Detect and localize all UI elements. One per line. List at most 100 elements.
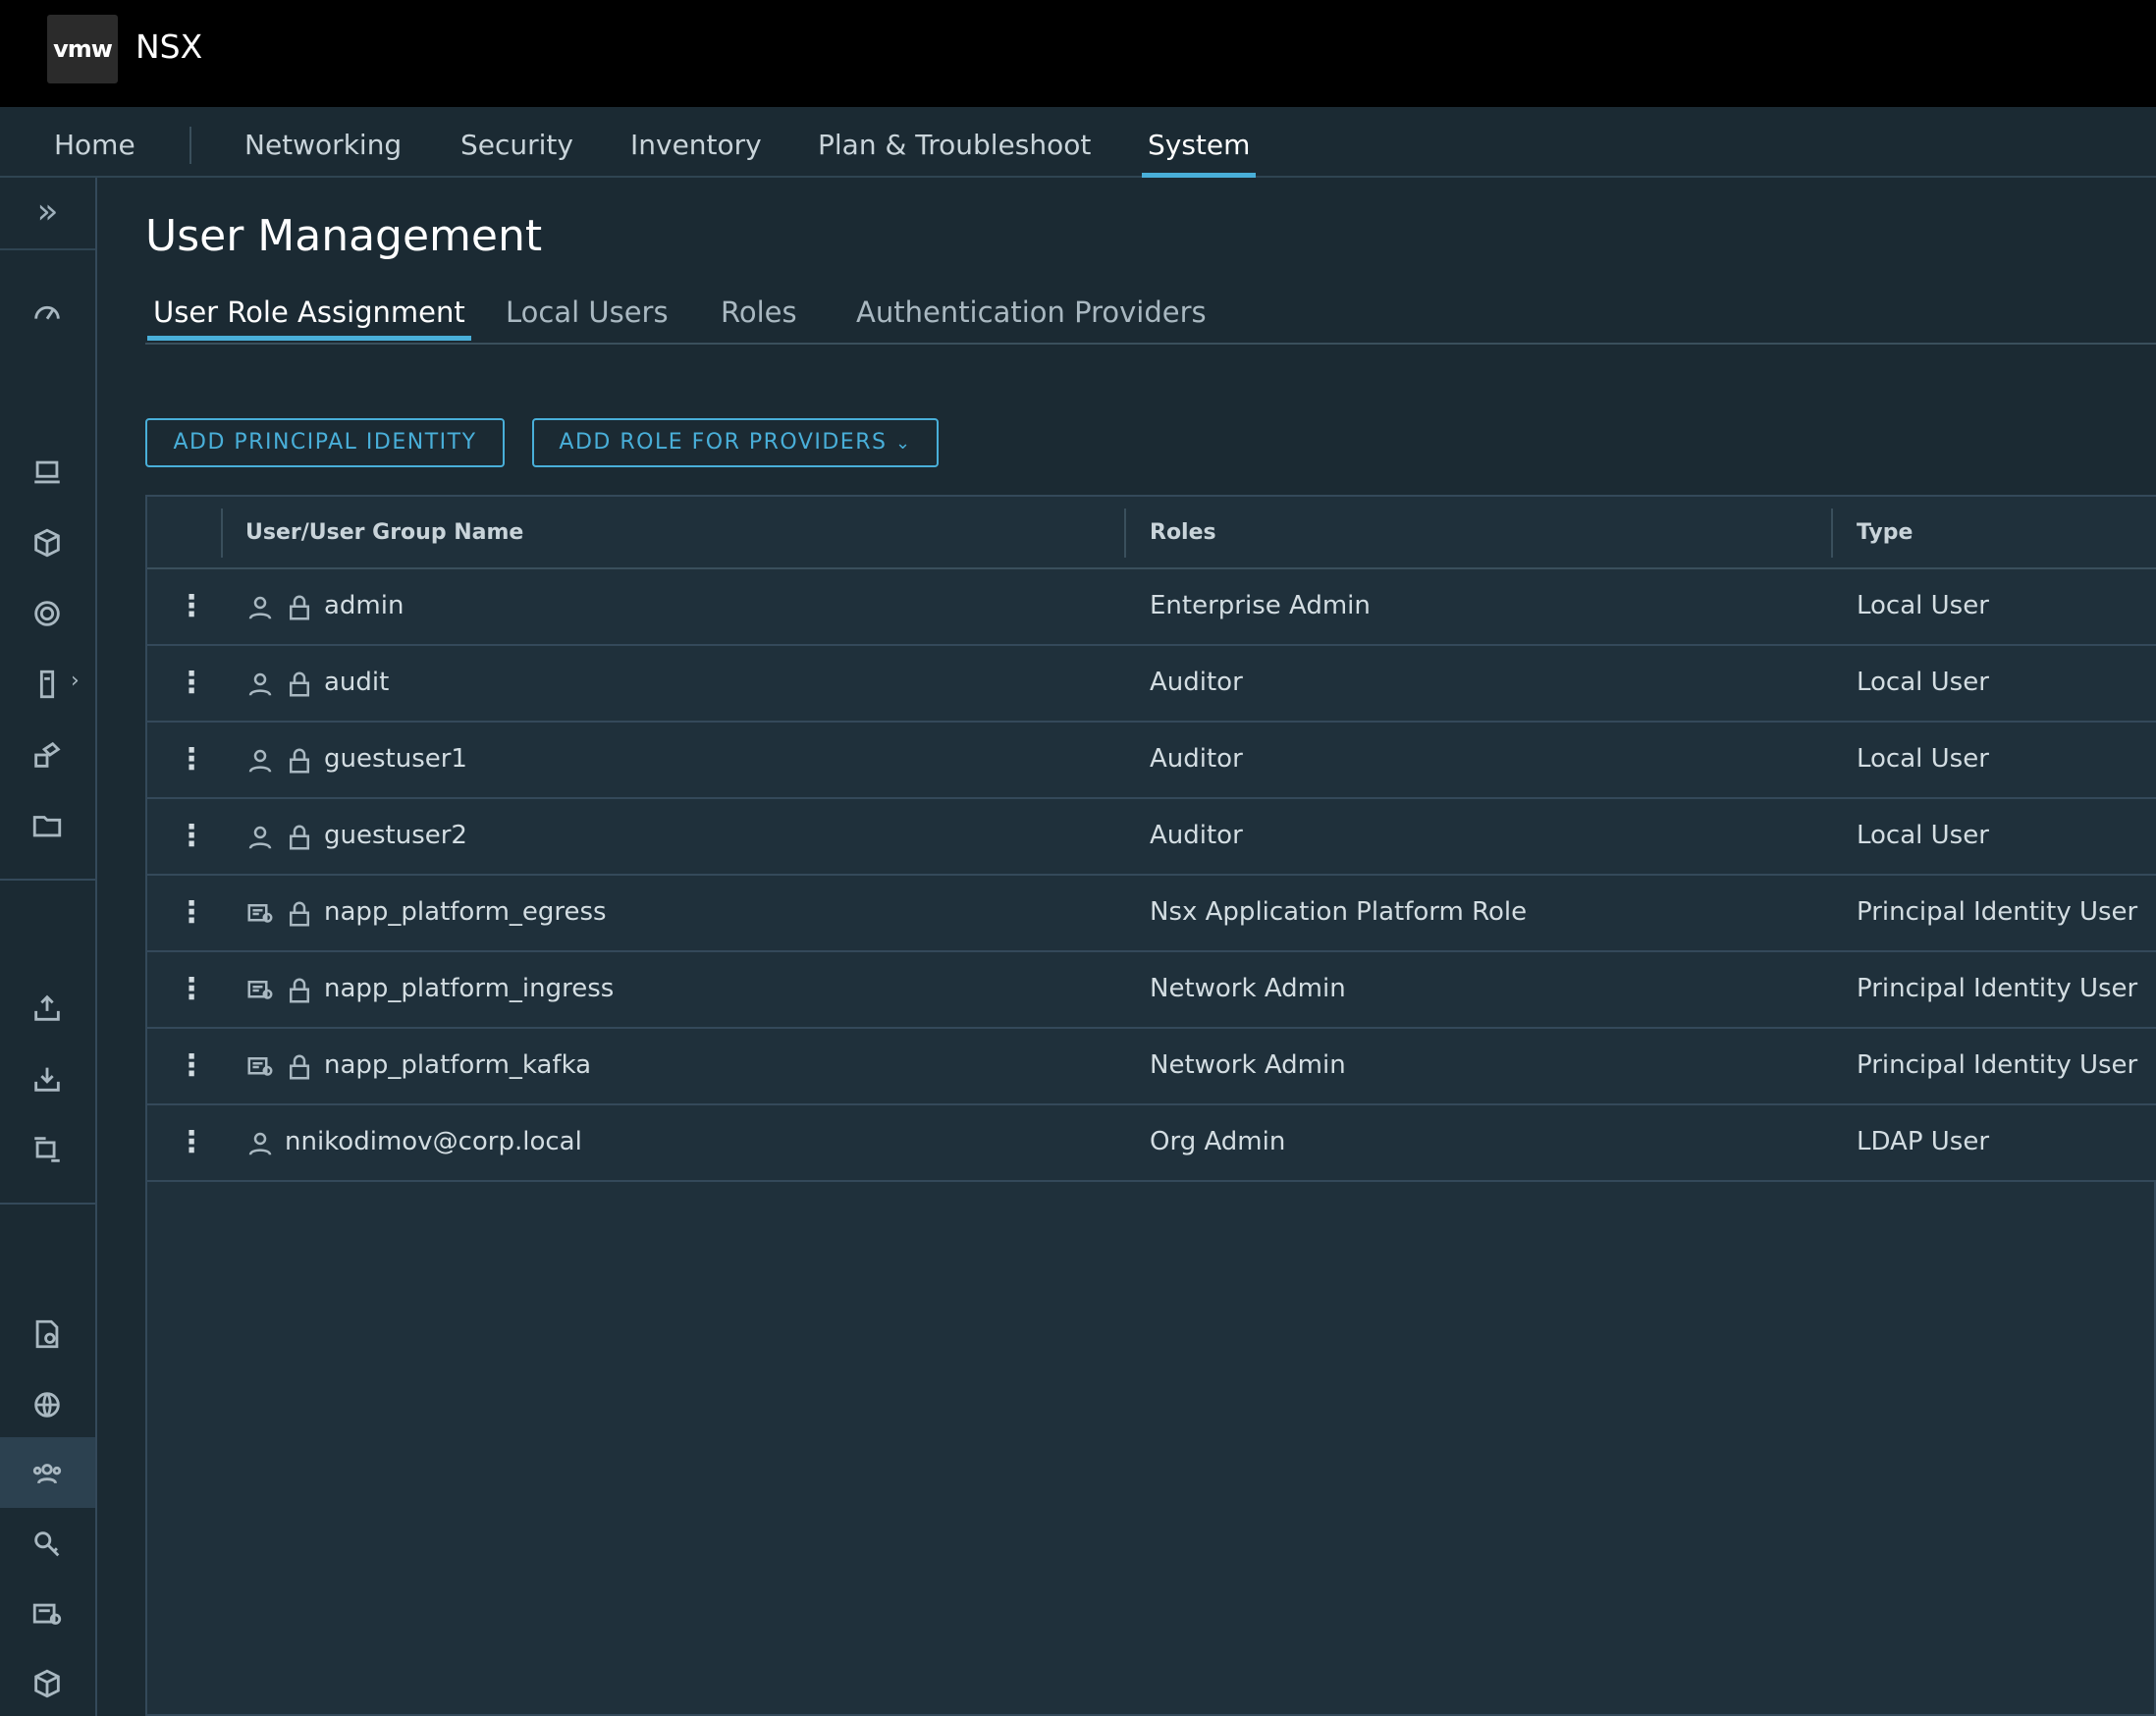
role-cell: Org Admin xyxy=(1150,1127,1286,1156)
type-cell: Local User xyxy=(1857,821,1989,850)
role-cell: Auditor xyxy=(1150,744,1243,774)
row-actions-kebab-icon[interactable]: ⋮ xyxy=(177,664,206,703)
lock-icon xyxy=(285,593,314,622)
add-role-for-providers-button[interactable]: ADD ROLE FOR PROVIDERS ⌄ xyxy=(532,418,939,467)
lock-icon xyxy=(285,899,314,929)
tab-authentication-providers[interactable]: Authentication Providers xyxy=(856,295,1207,329)
tab-local-users[interactable]: Local Users xyxy=(506,295,669,329)
type-cell: Principal Identity User xyxy=(1857,1050,2138,1080)
row-actions-kebab-icon[interactable]: ⋮ xyxy=(177,740,206,779)
tab-roles[interactable]: Roles xyxy=(721,295,797,329)
main-nav: Home Networking Security Inventory Plan … xyxy=(0,107,2156,178)
user-name-cell: guestuser2 xyxy=(324,821,467,850)
lock-icon xyxy=(285,1052,314,1082)
double-chevron-right-icon[interactable]: » xyxy=(0,178,95,250)
certificate-icon xyxy=(245,899,275,929)
row-actions-kebab-icon[interactable]: ⋮ xyxy=(177,587,206,626)
type-cell: Principal Identity User xyxy=(1857,897,2138,927)
user-icon xyxy=(245,1129,275,1158)
user-icon xyxy=(245,593,275,622)
download-icon[interactable] xyxy=(27,1059,67,1099)
cube-icon[interactable] xyxy=(27,523,67,563)
role-cell: Auditor xyxy=(1150,821,1243,850)
settings-ring-icon[interactable] xyxy=(27,594,67,633)
type-cell: Principal Identity User xyxy=(1857,974,2138,1003)
lock-icon xyxy=(285,670,314,699)
users-icon[interactable] xyxy=(27,1454,67,1493)
product-name: NSX xyxy=(135,27,203,66)
tab-user-role-assignment[interactable]: User Role Assignment xyxy=(147,295,471,341)
table-header: User/User Group Name Roles Type xyxy=(147,497,2156,569)
key-icon[interactable] xyxy=(27,1525,67,1564)
nav-networking[interactable]: Networking xyxy=(244,129,402,161)
nav-inventory[interactable]: Inventory xyxy=(630,129,762,161)
user-name-cell: audit xyxy=(324,668,390,697)
column-header-name[interactable]: User/User Group Name xyxy=(245,520,523,545)
nav-divider xyxy=(189,127,191,164)
add-role-label: ADD ROLE FOR PROVIDERS xyxy=(559,430,888,455)
user-name-cell: napp_platform_egress xyxy=(324,897,607,927)
sidebar-divider xyxy=(0,879,95,881)
user-role-table: User/User Group Name Roles Type ⋮ admin En… xyxy=(145,495,2156,1716)
type-cell: Local User xyxy=(1857,591,1989,620)
device-icon[interactable] xyxy=(27,665,67,704)
deploy-icon[interactable] xyxy=(27,735,67,775)
dashboard-icon[interactable] xyxy=(27,294,67,333)
table-row[interactable]: ⋮ guestuser2 Auditor Local User xyxy=(147,799,2156,876)
row-actions-kebab-icon[interactable]: ⋮ xyxy=(177,893,206,933)
type-cell: Local User xyxy=(1857,668,1989,697)
user-name-cell: nnikodimov@corp.local xyxy=(285,1127,582,1156)
top-header: vmw NSX xyxy=(0,0,2156,107)
user-icon xyxy=(245,823,275,852)
user-name-cell: guestuser1 xyxy=(324,744,467,774)
page-title: User Management xyxy=(145,211,543,261)
globe-icon[interactable] xyxy=(27,1385,67,1424)
table-row[interactable]: ⋮ napp_platform_ingress Network Admin Princ… xyxy=(147,952,2156,1029)
nav-plan-troubleshoot[interactable]: Plan & Troubleshoot xyxy=(818,129,1091,161)
row-actions-kebab-icon[interactable]: ⋮ xyxy=(177,970,206,1009)
nav-home[interactable]: Home xyxy=(54,129,135,161)
table-row[interactable]: ⋮ guestuser1 Auditor Local User xyxy=(147,723,2156,799)
user-name-cell: admin xyxy=(324,591,404,620)
table-row[interactable]: ⋮ audit Auditor Local User xyxy=(147,646,2156,723)
certificate-settings-icon[interactable] xyxy=(27,1314,67,1354)
role-cell: Network Admin xyxy=(1150,1050,1346,1080)
table-row[interactable]: ⋮ napp_platform_kafka Network Admin Princip… xyxy=(147,1029,2156,1105)
sidebar-divider xyxy=(0,1203,95,1205)
type-cell: LDAP User xyxy=(1857,1127,1990,1156)
lock-icon xyxy=(285,823,314,852)
certificate-icon xyxy=(245,976,275,1005)
row-actions-kebab-icon[interactable]: ⋮ xyxy=(177,1046,206,1086)
host-icon[interactable] xyxy=(27,453,67,492)
user-icon xyxy=(245,670,275,699)
upload-icon[interactable] xyxy=(27,989,67,1028)
package-icon[interactable] xyxy=(27,1664,67,1703)
add-principal-identity-button[interactable]: ADD PRINCIPAL IDENTITY xyxy=(145,418,505,467)
table-row[interactable]: ⋮ napp_platform_egress Nsx Application Pla… xyxy=(147,876,2156,952)
license-icon[interactable] xyxy=(27,1595,67,1635)
lock-icon xyxy=(285,746,314,776)
chevron-down-icon: ⌄ xyxy=(894,433,912,454)
role-cell: Nsx Application Platform Role xyxy=(1150,897,1528,927)
table-row[interactable]: ⋮ nnikodimov@corp.local Org Admin LDAP User xyxy=(147,1105,2156,1182)
column-divider[interactable] xyxy=(1124,509,1126,558)
user-icon xyxy=(245,746,275,776)
nav-system[interactable]: System xyxy=(1141,129,1257,178)
column-header-type[interactable]: Type xyxy=(1857,520,1913,545)
lock-icon xyxy=(285,976,314,1005)
row-actions-kebab-icon[interactable]: ⋮ xyxy=(177,817,206,856)
column-divider[interactable] xyxy=(1831,509,1833,558)
chevron-right-icon[interactable]: › xyxy=(71,669,80,693)
migrate-icon[interactable] xyxy=(27,1130,67,1169)
table-row[interactable]: ⋮ admin Enterprise Admin Local User xyxy=(147,569,2156,646)
nav-security[interactable]: Security xyxy=(460,129,573,161)
folder-icon[interactable] xyxy=(27,806,67,845)
user-name-cell: napp_platform_ingress xyxy=(324,974,615,1003)
vmware-logo[interactable]: vmw xyxy=(47,15,118,83)
row-actions-kebab-icon[interactable]: ⋮ xyxy=(177,1123,206,1162)
column-header-roles[interactable]: Roles xyxy=(1150,520,1216,545)
type-cell: Local User xyxy=(1857,744,1989,774)
column-divider xyxy=(221,509,223,558)
user-name-cell: napp_platform_kafka xyxy=(324,1050,592,1080)
role-cell: Enterprise Admin xyxy=(1150,591,1371,620)
